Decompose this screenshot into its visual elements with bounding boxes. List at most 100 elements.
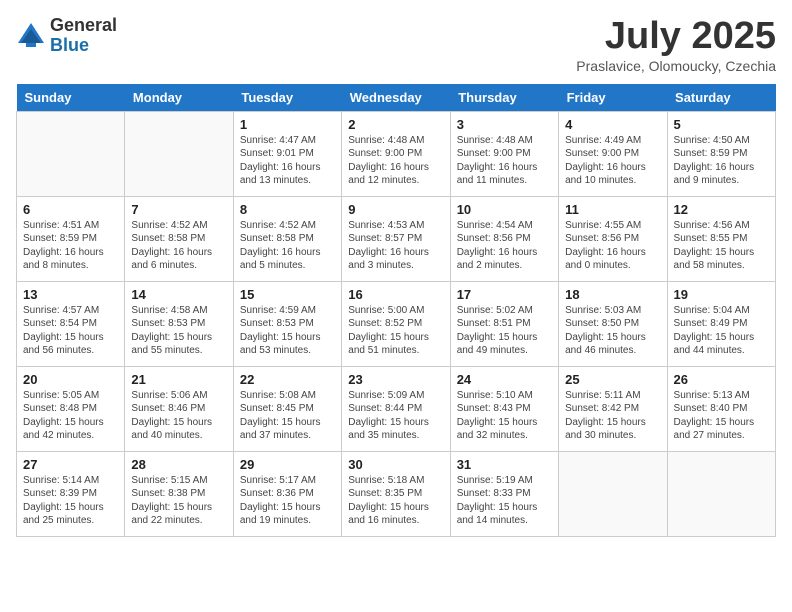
day-number: 11 — [565, 202, 660, 217]
day-info: Sunrise: 4:48 AM Sunset: 9:00 PM Dayligh… — [348, 134, 443, 188]
day-info: Sunrise: 4:50 AM Sunset: 8:59 PM Dayligh… — [674, 134, 769, 188]
day-info: Sunrise: 5:02 AM Sunset: 8:51 PM Dayligh… — [457, 304, 552, 358]
day-number: 6 — [23, 202, 118, 217]
logo-blue-text: Blue — [50, 36, 117, 56]
calendar-cell: 16 Sunrise: 5:00 AM Sunset: 8:52 PM Dayli… — [342, 281, 450, 366]
day-number: 4 — [565, 117, 660, 132]
calendar-cell: 1Sunrise: 4:47 AM Sunset: 9:01 PM Daylig… — [233, 111, 341, 196]
day-number: 19 — [674, 287, 769, 302]
day-number: 7 — [131, 202, 226, 217]
day-info: Sunrise: 5:15 AM Sunset: 8:38 PM Dayligh… — [131, 474, 226, 528]
day-info: Sunrise: 5:09 AM Sunset: 8:44 PM Dayligh… — [348, 389, 443, 443]
calendar-cell: 30 Sunrise: 5:18 AM Sunset: 8:35 PM Dayli… — [342, 451, 450, 536]
day-header-friday: Friday — [559, 84, 667, 112]
calendar-cell: 4 Sunrise: 4:49 AM Sunset: 9:00 PM Daylig… — [559, 111, 667, 196]
calendar-cell: 31 Sunrise: 5:19 AM Sunset: 8:33 PM Dayli… — [450, 451, 558, 536]
day-info: Sunrise: 4:58 AM Sunset: 8:53 PM Dayligh… — [131, 304, 226, 358]
day-info: Sunrise: 4:52 AM Sunset: 8:58 PM Dayligh… — [131, 219, 226, 273]
calendar-cell — [17, 111, 125, 196]
day-info: Sunrise: 4:57 AM Sunset: 8:54 PM Dayligh… — [23, 304, 118, 358]
day-number: 5 — [674, 117, 769, 132]
day-info: Sunrise: 5:03 AM Sunset: 8:50 PM Dayligh… — [565, 304, 660, 358]
calendar-cell: 6 Sunrise: 4:51 AM Sunset: 8:59 PM Daylig… — [17, 196, 125, 281]
calendar-cell: 9 Sunrise: 4:53 AM Sunset: 8:57 PM Daylig… — [342, 196, 450, 281]
calendar-cell: 22 Sunrise: 5:08 AM Sunset: 8:45 PM Dayli… — [233, 366, 341, 451]
title-area: July 2025 Praslavice, Olomoucky, Czechia — [576, 16, 776, 74]
calendar-cell: 3Sunrise: 4:48 AM Sunset: 9:00 PM Daylig… — [450, 111, 558, 196]
day-info: Sunrise: 5:13 AM Sunset: 8:40 PM Dayligh… — [674, 389, 769, 443]
day-info: Sunrise: 5:19 AM Sunset: 8:33 PM Dayligh… — [457, 474, 552, 528]
calendar-cell: 11 Sunrise: 4:55 AM Sunset: 8:56 PM Dayli… — [559, 196, 667, 281]
calendar-cell: 20 Sunrise: 5:05 AM Sunset: 8:48 PM Dayli… — [17, 366, 125, 451]
day-info: Sunrise: 5:10 AM Sunset: 8:43 PM Dayligh… — [457, 389, 552, 443]
day-info: Sunrise: 5:08 AM Sunset: 8:45 PM Dayligh… — [240, 389, 335, 443]
day-number: 13 — [23, 287, 118, 302]
calendar-cell: 15 Sunrise: 4:59 AM Sunset: 8:53 PM Dayli… — [233, 281, 341, 366]
day-number: 22 — [240, 372, 335, 387]
calendar-cell: 28 Sunrise: 5:15 AM Sunset: 8:38 PM Dayli… — [125, 451, 233, 536]
day-number: 31 — [457, 457, 552, 472]
day-number: 15 — [240, 287, 335, 302]
calendar-cell: 13 Sunrise: 4:57 AM Sunset: 8:54 PM Dayli… — [17, 281, 125, 366]
calendar-week-4: 20 Sunrise: 5:05 AM Sunset: 8:48 PM Dayli… — [17, 366, 776, 451]
day-number: 24 — [457, 372, 552, 387]
day-info: Sunrise: 5:14 AM Sunset: 8:39 PM Dayligh… — [23, 474, 118, 528]
day-info: Sunrise: 4:49 AM Sunset: 9:00 PM Dayligh… — [565, 134, 660, 188]
logo-text: General Blue — [50, 16, 117, 56]
calendar-cell: 26 Sunrise: 5:13 AM Sunset: 8:40 PM Dayli… — [667, 366, 775, 451]
day-info: Sunrise: 4:53 AM Sunset: 8:57 PM Dayligh… — [348, 219, 443, 273]
calendar-cell: 18Sunrise: 5:03 AM Sunset: 8:50 PM Dayli… — [559, 281, 667, 366]
day-number: 20 — [23, 372, 118, 387]
day-info: Sunrise: 5:11 AM Sunset: 8:42 PM Dayligh… — [565, 389, 660, 443]
calendar-cell: 29Sunrise: 5:17 AM Sunset: 8:36 PM Dayli… — [233, 451, 341, 536]
calendar-cell: 23 Sunrise: 5:09 AM Sunset: 8:44 PM Dayli… — [342, 366, 450, 451]
calendar-table: SundayMondayTuesdayWednesdayThursdayFrid… — [16, 84, 776, 537]
day-number: 28 — [131, 457, 226, 472]
calendar-week-5: 27 Sunrise: 5:14 AM Sunset: 8:39 PM Dayli… — [17, 451, 776, 536]
day-number: 10 — [457, 202, 552, 217]
calendar-cell — [125, 111, 233, 196]
day-info: Sunrise: 5:18 AM Sunset: 8:35 PM Dayligh… — [348, 474, 443, 528]
day-number: 26 — [674, 372, 769, 387]
calendar-cell: 10 Sunrise: 4:54 AM Sunset: 8:56 PM Dayli… — [450, 196, 558, 281]
day-number: 9 — [348, 202, 443, 217]
month-title: July 2025 — [576, 16, 776, 58]
day-info: Sunrise: 5:05 AM Sunset: 8:48 PM Dayligh… — [23, 389, 118, 443]
calendar-week-2: 6 Sunrise: 4:51 AM Sunset: 8:59 PM Daylig… — [17, 196, 776, 281]
day-header-thursday: Thursday — [450, 84, 558, 112]
day-info: Sunrise: 5:00 AM Sunset: 8:52 PM Dayligh… — [348, 304, 443, 358]
day-number: 1 — [240, 117, 335, 132]
calendar-cell: 25Sunrise: 5:11 AM Sunset: 8:42 PM Dayli… — [559, 366, 667, 451]
calendar-cell: 17 Sunrise: 5:02 AM Sunset: 8:51 PM Dayli… — [450, 281, 558, 366]
day-info: Sunrise: 4:48 AM Sunset: 9:00 PM Dayligh… — [457, 134, 552, 188]
day-number: 17 — [457, 287, 552, 302]
day-info: Sunrise: 4:56 AM Sunset: 8:55 PM Dayligh… — [674, 219, 769, 273]
subtitle: Praslavice, Olomoucky, Czechia — [576, 58, 776, 74]
day-info: Sunrise: 4:51 AM Sunset: 8:59 PM Dayligh… — [23, 219, 118, 273]
calendar-cell: 24 Sunrise: 5:10 AM Sunset: 8:43 PM Dayli… — [450, 366, 558, 451]
calendar-header-row: SundayMondayTuesdayWednesdayThursdayFrid… — [17, 84, 776, 112]
day-info: Sunrise: 5:17 AM Sunset: 8:36 PM Dayligh… — [240, 474, 335, 528]
day-number: 23 — [348, 372, 443, 387]
day-info: Sunrise: 4:59 AM Sunset: 8:53 PM Dayligh… — [240, 304, 335, 358]
logo-general-text: General — [50, 16, 117, 36]
calendar-week-1: 1Sunrise: 4:47 AM Sunset: 9:01 PM Daylig… — [17, 111, 776, 196]
page-header: General Blue July 2025 Praslavice, Olomo… — [16, 16, 776, 74]
calendar-cell: 14Sunrise: 4:58 AM Sunset: 8:53 PM Dayli… — [125, 281, 233, 366]
logo-icon — [16, 21, 46, 51]
day-number: 27 — [23, 457, 118, 472]
calendar-week-3: 13 Sunrise: 4:57 AM Sunset: 8:54 PM Dayli… — [17, 281, 776, 366]
day-info: Sunrise: 4:52 AM Sunset: 8:58 PM Dayligh… — [240, 219, 335, 273]
calendar-cell: 19Sunrise: 5:04 AM Sunset: 8:49 PM Dayli… — [667, 281, 775, 366]
day-info: Sunrise: 4:55 AM Sunset: 8:56 PM Dayligh… — [565, 219, 660, 273]
day-header-wednesday: Wednesday — [342, 84, 450, 112]
calendar-cell — [559, 451, 667, 536]
day-info: Sunrise: 4:54 AM Sunset: 8:56 PM Dayligh… — [457, 219, 552, 273]
day-number: 30 — [348, 457, 443, 472]
day-number: 16 — [348, 287, 443, 302]
day-number: 12 — [674, 202, 769, 217]
calendar-cell: 7 Sunrise: 4:52 AM Sunset: 8:58 PM Daylig… — [125, 196, 233, 281]
day-number: 2 — [348, 117, 443, 132]
day-number: 8 — [240, 202, 335, 217]
calendar-cell: 12 Sunrise: 4:56 AM Sunset: 8:55 PM Dayli… — [667, 196, 775, 281]
